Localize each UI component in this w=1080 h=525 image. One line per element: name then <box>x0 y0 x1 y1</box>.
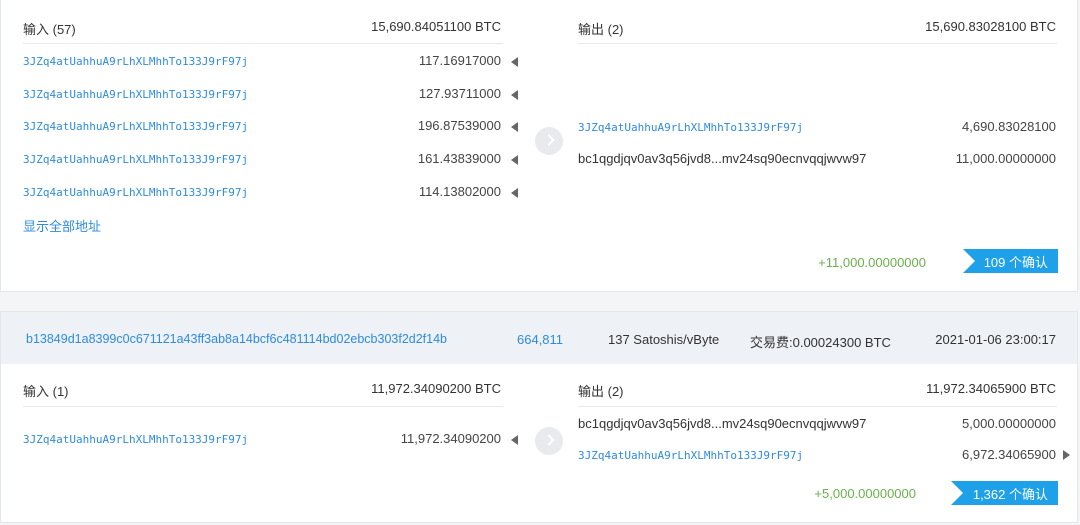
block-height-link[interactable]: 664,811 <box>517 332 563 347</box>
input-amount: 117.16917000 <box>418 53 501 68</box>
input-address-link[interactable]: 3JZq4atUahhuA9rLhXLMhhTo133J9rF97j <box>23 186 248 199</box>
input-amount: 114.13802000 <box>418 184 501 199</box>
outputs-divider <box>578 43 1057 44</box>
input-arrow-icon[interactable] <box>511 188 518 198</box>
confirmations-badge: 1,362 个确认 <box>951 481 1058 505</box>
transaction-hash-link[interactable]: b13849d1a8399c0c671121a43ff3ab8a14bcf6c4… <box>26 332 447 346</box>
input-arrow-icon[interactable] <box>511 122 518 132</box>
show-all-addresses-link[interactable]: 显示全部地址 <box>23 216 101 235</box>
output-address-link[interactable]: 3JZq4atUahhuA9rLhXLMhhTo133J9rF97j <box>578 121 803 134</box>
output-address[interactable]: bc1qgdjqv0av3q56jvd8...mv24sq90ecnvqqjwv… <box>578 151 866 166</box>
input-address-link[interactable]: 3JZq4atUahhuA9rLhXLMhhTo133J9rF97j <box>23 55 248 68</box>
transaction-card: b13849d1a8399c0c671121a43ff3ab8a14bcf6c4… <box>0 311 1078 523</box>
inputs-total: 11,972.34090200 BTC <box>371 381 501 396</box>
output-address[interactable]: bc1qgdjqv0av3q56jvd8...mv24sq90ecnvqqjwv… <box>578 416 866 431</box>
transaction-card: 输入 (57) 15,690.84051100 BTC 输出 (2) 15,69… <box>0 0 1078 292</box>
input-amount: 127.93711000 <box>418 86 501 101</box>
outputs-header: 输出 (2) <box>578 384 624 399</box>
input-address-link[interactable]: 3JZq4atUahhuA9rLhXLMhhTo133J9rF97j <box>23 88 248 101</box>
fee-rate: 137 Satoshis/vByte <box>608 332 720 347</box>
input-address-link[interactable]: 3JZq4atUahhuA9rLhXLMhhTo133J9rF97j <box>23 433 248 446</box>
transaction-fee: 交易费:0.00024300 BTC <box>750 335 891 350</box>
outputs-divider <box>578 406 1057 407</box>
outputs-total: 11,972.34065900 BTC <box>926 381 1056 396</box>
chevron-right-icon <box>535 127 563 155</box>
confirmations-badge: 109 个确认 <box>963 249 1058 273</box>
input-arrow-icon[interactable] <box>511 155 518 165</box>
input-amount: 11,972.34090200 <box>400 431 501 446</box>
output-amount: 6,972.34065900 <box>962 447 1056 462</box>
output-amount: 5,000.00000000 <box>962 416 1056 431</box>
inputs-header: 输入 (1) <box>23 384 69 399</box>
transaction-time: 2021-01-06 23:00:17 <box>935 332 1056 347</box>
input-arrow-icon[interactable] <box>511 57 518 67</box>
input-arrow-icon[interactable] <box>511 435 518 445</box>
inputs-total: 15,690.84051100 BTC <box>371 19 501 34</box>
output-amount: 4,690.83028100 <box>962 119 1056 134</box>
input-amount: 161.43839000 <box>417 151 501 166</box>
balance-change: +11,000.00000000 <box>818 255 926 270</box>
output-arrow-icon[interactable] <box>1063 450 1070 460</box>
output-amount: 11,000.00000000 <box>955 151 1056 166</box>
confirmations-label: 1,362 个确认 <box>972 486 1048 502</box>
inputs-divider <box>23 43 503 44</box>
input-address-link[interactable]: 3JZq4atUahhuA9rLhXLMhhTo133J9rF97j <box>23 153 248 166</box>
transaction-header: b13849d1a8399c0c671121a43ff3ab8a14bcf6c4… <box>1 312 1077 364</box>
inputs-divider <box>23 406 503 407</box>
outputs-total: 15,690.83028100 BTC <box>925 19 1056 34</box>
chevron-right-icon <box>535 427 563 455</box>
outputs-header: 输出 (2) <box>578 22 624 37</box>
input-address-link[interactable]: 3JZq4atUahhuA9rLhXLMhhTo133J9rF97j <box>23 120 248 133</box>
input-amount: 196.87539000 <box>417 118 501 133</box>
output-address-link[interactable]: 3JZq4atUahhuA9rLhXLMhhTo133J9rF97j <box>578 449 803 462</box>
input-arrow-icon[interactable] <box>511 90 518 100</box>
inputs-header: 输入 (57) <box>23 22 76 37</box>
balance-change: +5,000.00000000 <box>814 486 916 501</box>
confirmations-label: 109 个确认 <box>983 254 1048 270</box>
